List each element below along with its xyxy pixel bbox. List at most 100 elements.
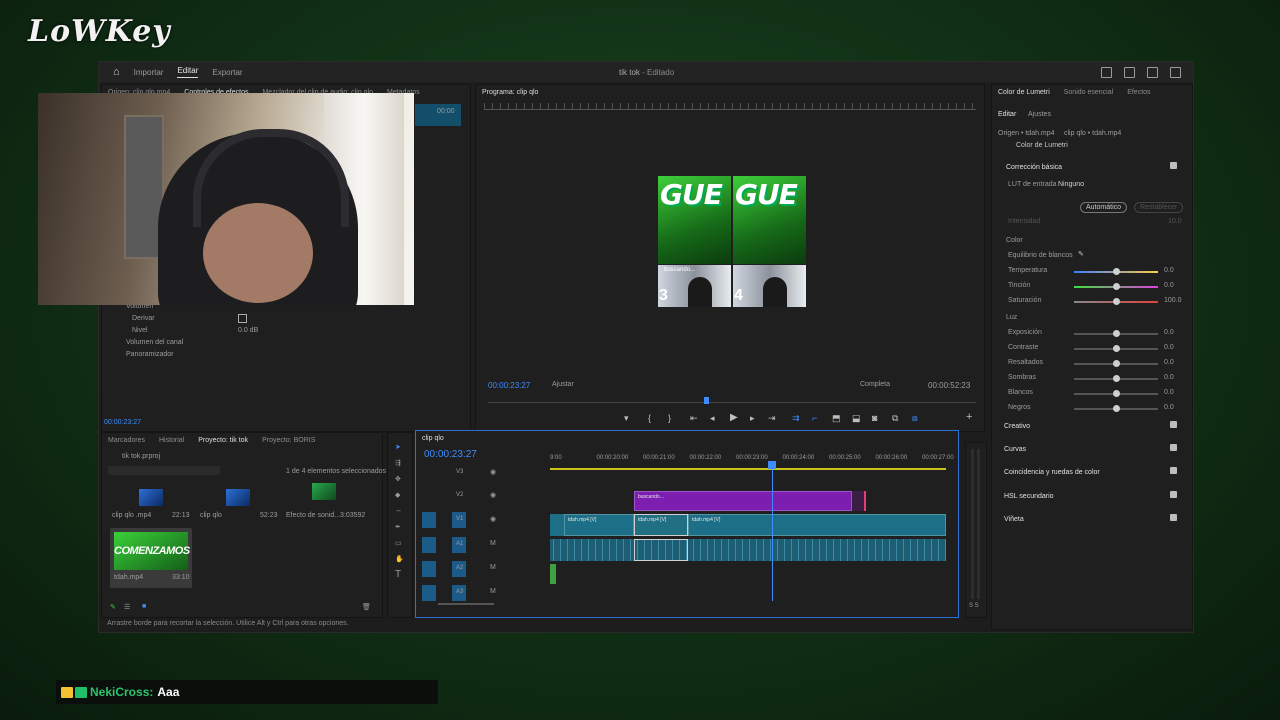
basic-checkbox[interactable] bbox=[1170, 162, 1177, 169]
rect-tool-icon[interactable]: ▭ bbox=[395, 539, 402, 547]
ripple-edit-icon[interactable]: ✥ bbox=[395, 475, 401, 483]
project-search-input[interactable] bbox=[108, 466, 220, 475]
tab-effects[interactable]: Efectos bbox=[1127, 89, 1150, 96]
playhead-handle[interactable] bbox=[768, 461, 776, 469]
section-vignette[interactable]: Viñeta bbox=[1004, 516, 1024, 523]
curves-checkbox[interactable] bbox=[1170, 444, 1177, 451]
item-thumb-1[interactable] bbox=[139, 489, 163, 506]
track-label-a3[interactable]: A3 bbox=[456, 589, 463, 595]
timeline-playhead[interactable] bbox=[772, 461, 773, 601]
light-param-slider-0[interactable] bbox=[1074, 330, 1158, 337]
fullscreen-icon[interactable] bbox=[1170, 66, 1181, 78]
color-param-slider-2[interactable] bbox=[1074, 298, 1158, 305]
color-param-slider-1[interactable] bbox=[1074, 283, 1158, 290]
tab-project-boris[interactable]: Proyecto: BORIS bbox=[262, 437, 315, 444]
track-target-a1[interactable] bbox=[422, 537, 436, 553]
tab-history[interactable]: Historial bbox=[159, 437, 184, 444]
creative-checkbox[interactable] bbox=[1170, 421, 1177, 428]
timeline-ruler[interactable]: 9:00 00:00:20:00 00:00:21:00 00:00:22:00 00:… bbox=[550, 455, 954, 465]
lumetri-effect-select[interactable]: Color de Lumetri bbox=[1016, 142, 1068, 149]
type-tool-icon[interactable]: T bbox=[395, 569, 401, 580]
lumetri-source[interactable]: Origen • tdah.mp4 bbox=[998, 130, 1055, 137]
nav-edit[interactable]: Editar bbox=[177, 66, 199, 78]
light-param-value-1[interactable]: 0.0 bbox=[1164, 344, 1174, 351]
add-button-icon[interactable]: + bbox=[966, 411, 972, 423]
track-mute-icon[interactable]: M bbox=[490, 540, 496, 547]
timeline-zoom-bar[interactable] bbox=[438, 603, 494, 605]
clip-a2-audio[interactable] bbox=[550, 564, 556, 584]
reset-button[interactable]: Restablecer bbox=[1134, 202, 1184, 213]
track-label-v2[interactable]: V2 bbox=[456, 492, 463, 498]
trash-icon[interactable]: 🗑 bbox=[362, 603, 371, 611]
lift-icon[interactable]: ⬒ bbox=[832, 413, 841, 424]
tab-essential-sound[interactable]: Sonido esencial bbox=[1064, 89, 1113, 96]
color-param-slider-knob-1[interactable] bbox=[1113, 283, 1120, 290]
light-param-value-4[interactable]: 0.0 bbox=[1164, 389, 1174, 396]
go-to-out-icon[interactable]: ⇥ bbox=[768, 413, 776, 424]
program-scrubber[interactable] bbox=[488, 402, 976, 403]
razor-tool-icon[interactable]: ◆ bbox=[395, 491, 400, 499]
track-mute-icon[interactable]: M bbox=[490, 588, 496, 595]
tab-markers[interactable]: Marcadores bbox=[108, 437, 145, 444]
clip-v2-fx[interactable] bbox=[852, 491, 866, 511]
share-icon[interactable] bbox=[1124, 66, 1135, 78]
auto-button[interactable]: Automático bbox=[1080, 202, 1128, 213]
slip-tool-icon[interactable]: ↔ bbox=[395, 507, 402, 514]
extract-icon[interactable]: ⬓ bbox=[852, 413, 861, 424]
marker-icon[interactable]: ▾ bbox=[624, 413, 629, 424]
light-param-slider-knob-0[interactable] bbox=[1113, 330, 1120, 337]
go-to-in-icon[interactable]: ⇤ bbox=[690, 413, 698, 424]
fit-dropdown[interactable]: Ajustar bbox=[552, 381, 574, 388]
match-checkbox[interactable] bbox=[1170, 467, 1177, 474]
insert-icon[interactable]: ⇉ bbox=[792, 413, 800, 424]
overwrite-icon[interactable]: ⌐ bbox=[812, 413, 817, 423]
bypass-checkbox[interactable] bbox=[238, 314, 247, 323]
track-label-a1[interactable]: A1 bbox=[456, 541, 463, 547]
step-back-icon[interactable]: ◂ bbox=[710, 413, 715, 424]
section-hsl[interactable]: HSL secundario bbox=[1004, 493, 1054, 500]
section-curves[interactable]: Curvas bbox=[1004, 446, 1026, 453]
track-select-icon[interactable]: ⇶ bbox=[395, 459, 401, 467]
light-param-slider-knob-4[interactable] bbox=[1113, 390, 1120, 397]
track-target-a2[interactable] bbox=[422, 561, 436, 577]
track-label-v1[interactable]: V1 bbox=[456, 516, 463, 522]
color-param-value-0[interactable]: 0.0 bbox=[1164, 267, 1174, 274]
lumetri-sequence[interactable]: clip qlo • tdah.mp4 bbox=[1064, 130, 1121, 137]
workspace-icon[interactable] bbox=[1101, 66, 1112, 78]
color-param-slider-knob-0[interactable] bbox=[1113, 268, 1120, 275]
tab-lumetri[interactable]: Color de Lumetri bbox=[998, 89, 1050, 96]
play-icon[interactable]: ▶ bbox=[730, 412, 738, 423]
step-forward-icon[interactable]: ▸ bbox=[750, 413, 755, 424]
icon-view-icon[interactable]: ■ bbox=[142, 603, 146, 610]
light-param-slider-1[interactable] bbox=[1074, 345, 1158, 352]
clip-a1-selected[interactable] bbox=[634, 539, 688, 561]
clip-v2[interactable]: buscando... bbox=[634, 491, 852, 511]
nav-import[interactable]: Importar bbox=[134, 68, 164, 77]
light-param-value-3[interactable]: 0.0 bbox=[1164, 374, 1174, 381]
color-param-slider-0[interactable] bbox=[1074, 268, 1158, 275]
pen-tool-icon[interactable]: ✒ bbox=[395, 523, 401, 531]
light-param-slider-2[interactable] bbox=[1074, 360, 1158, 367]
tab-project-tiktok[interactable]: Proyecto: tik tok bbox=[198, 437, 248, 444]
quality-dropdown[interactable]: Completa bbox=[860, 381, 890, 388]
export-frame-icon[interactable]: ◙ bbox=[872, 413, 877, 423]
vr-icon[interactable]: ⧇ bbox=[912, 413, 918, 424]
section-match[interactable]: Coincidencia y ruedas de color bbox=[1004, 469, 1100, 476]
lut-dropdown[interactable]: Ninguno bbox=[1058, 181, 1084, 188]
selected-item[interactable]: COMENZAMOS tdah.mp4 33:10 bbox=[110, 528, 192, 588]
track-mute-icon[interactable]: M bbox=[490, 564, 496, 571]
light-param-slider-5[interactable] bbox=[1074, 405, 1158, 412]
track-label-v3[interactable]: V3 bbox=[456, 469, 463, 475]
light-param-value-0[interactable]: 0.0 bbox=[1164, 329, 1174, 336]
light-param-value-5[interactable]: 0.0 bbox=[1164, 404, 1174, 411]
section-light[interactable]: Luz bbox=[1006, 314, 1017, 321]
light-param-slider-knob-2[interactable] bbox=[1113, 360, 1120, 367]
nav-export[interactable]: Exportar bbox=[212, 68, 242, 77]
subtab-presets[interactable]: Ajustes bbox=[1028, 111, 1051, 118]
list-view-icon[interactable]: ☰ bbox=[124, 603, 130, 611]
section-color[interactable]: Color bbox=[1006, 237, 1023, 244]
color-param-value-1[interactable]: 0.0 bbox=[1164, 282, 1174, 289]
light-param-slider-knob-3[interactable] bbox=[1113, 375, 1120, 382]
item-thumb-3[interactable] bbox=[312, 483, 336, 500]
light-param-slider-knob-1[interactable] bbox=[1113, 345, 1120, 352]
